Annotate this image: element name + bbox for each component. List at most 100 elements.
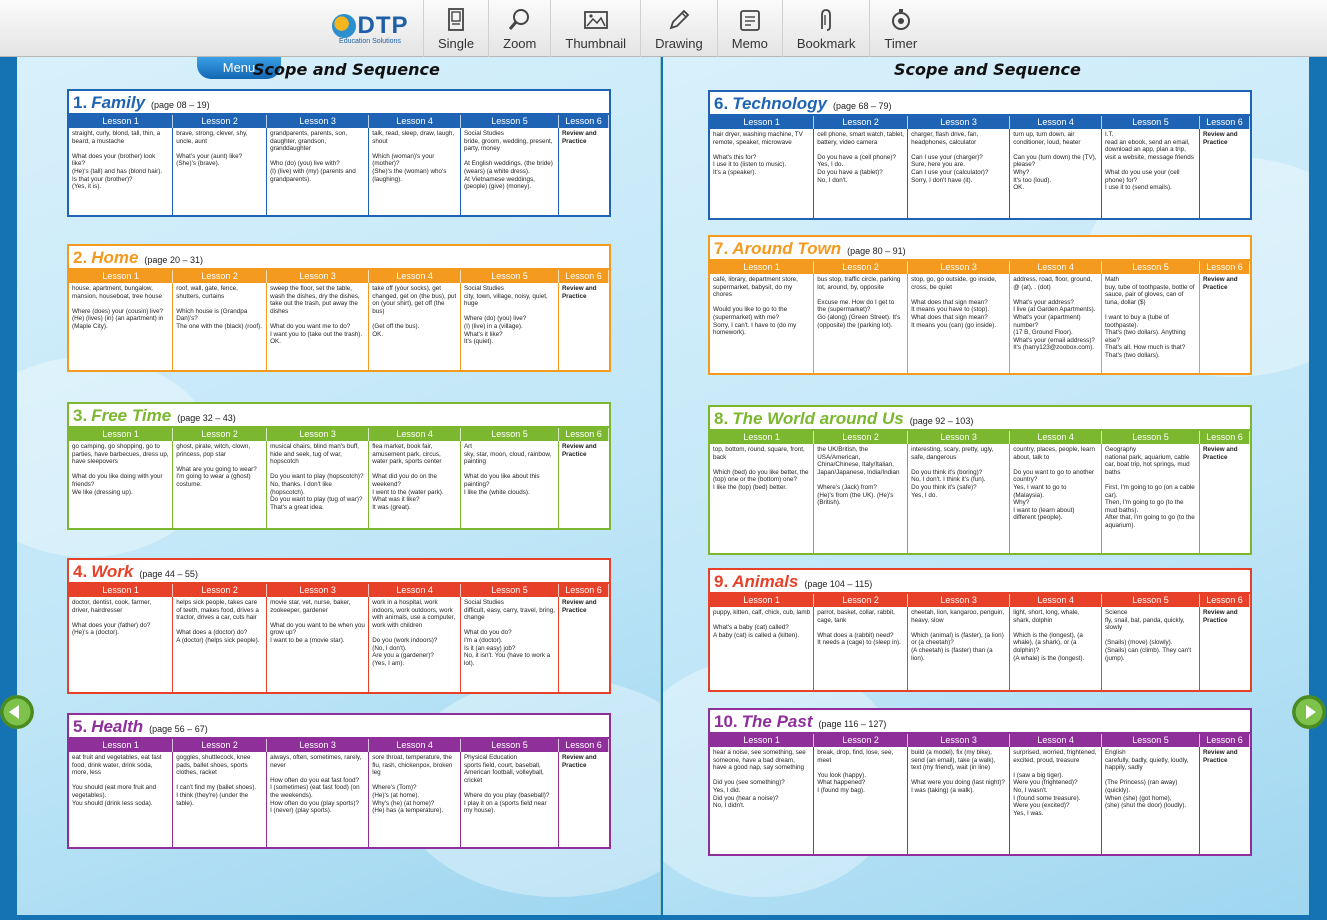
right-page: Scope and Sequence 3 6.Technology(page 6… bbox=[663, 57, 1309, 915]
unit-number: 2. bbox=[73, 248, 88, 267]
lesson-table: Lesson 1 Lesson 2 Lesson 3 Lesson 4 Lesson 5… bbox=[69, 737, 609, 847]
lesson-cell: Art sky, star, moon, cloud, rainbow, pai… bbox=[461, 441, 559, 528]
lesson-header: Lesson 6 bbox=[1199, 734, 1250, 747]
lesson-cell: build (a model), fix (my bike), send (an… bbox=[908, 747, 1011, 854]
unit-header: 2. Home (page 20 – 31) bbox=[69, 246, 609, 268]
lesson-header: Lesson 2 bbox=[173, 739, 268, 752]
lesson-header: Lesson 3 bbox=[267, 584, 370, 597]
lesson-cell: Review and Practice bbox=[561, 285, 597, 300]
drawing-button[interactable]: Drawing bbox=[640, 0, 717, 57]
unit-number: 9. bbox=[714, 572, 729, 591]
unit-title[interactable]: Technology bbox=[732, 94, 827, 114]
lesson-cell: Review and Practice bbox=[1202, 131, 1238, 146]
unit-title[interactable]: Around Town bbox=[732, 239, 841, 259]
single-page-icon bbox=[448, 7, 464, 31]
unit-page-range: (page 20 – 31) bbox=[144, 255, 203, 265]
lesson-cell: sore throat, temperature, the flu, rash,… bbox=[369, 752, 461, 847]
lesson-header: Lesson 1 bbox=[69, 270, 174, 283]
lesson-cell: Review and Practice bbox=[561, 754, 597, 769]
lesson-cell: brave, strong, clever, shy, uncle, aunt … bbox=[173, 128, 268, 215]
lesson-header: Lesson 6 bbox=[1199, 261, 1250, 274]
lesson-cell: eat fruit and vegetables, eat fast food,… bbox=[69, 752, 174, 847]
lesson-cell: Review and Practice bbox=[1202, 446, 1238, 461]
lesson-cell: country, places, people, learn about, ta… bbox=[1010, 444, 1102, 553]
unit-header: 5. Health (page 56 – 67) bbox=[69, 715, 609, 737]
lesson-cell: Review and Practice bbox=[1202, 276, 1238, 291]
zoom-icon bbox=[508, 8, 529, 30]
lesson-table: Lesson 1 Lesson 2 Lesson 3 Lesson 4 Lesson 5… bbox=[69, 268, 609, 370]
lesson-cell: Review and Practice bbox=[561, 130, 597, 145]
lesson-header: Lesson 3 bbox=[908, 734, 1011, 747]
lesson-cell: grandparents, parents, son, daughter, gr… bbox=[267, 128, 370, 215]
lesson-cell: Social Studies difficult, easy, carry, t… bbox=[461, 597, 559, 692]
lesson-header: Lesson 4 bbox=[1010, 594, 1102, 607]
unit-title[interactable]: Family bbox=[91, 93, 145, 113]
lesson-cell: stop, go, go outside, go inside, cross, … bbox=[908, 274, 1011, 373]
lesson-cell: always, often, sometimes, rarely, never … bbox=[267, 752, 370, 847]
lesson-cell: cell phone, smart watch, tablet, battery… bbox=[814, 129, 909, 218]
lesson-cell: roof, wall, gate, fence, shutters, curta… bbox=[173, 283, 268, 370]
unit-page-range: (page 08 – 19) bbox=[151, 100, 210, 110]
lesson-cell: puppy, kitten, calf, chick, cub, lamb Wh… bbox=[710, 607, 815, 690]
lesson-cell: straight, curly, blond, tall, thin, a be… bbox=[69, 128, 174, 215]
zoom-button[interactable]: Zoom bbox=[488, 0, 550, 57]
lesson-table: Lesson 1 Lesson 2 Lesson 3 Lesson 4 Lesson 5… bbox=[69, 426, 609, 528]
unit-box: 5. Health (page 56 – 67) Lesson 1 Lesson 2 Le… bbox=[67, 713, 611, 849]
lesson-header: Lesson 5 bbox=[1101, 431, 1200, 444]
unit-title[interactable]: The Past bbox=[742, 712, 813, 732]
lesson-cell: take off (your socks), get changed, get … bbox=[369, 283, 461, 370]
lesson-header: Lesson 1 bbox=[710, 431, 815, 444]
thumbnail-button[interactable]: Thumbnail bbox=[550, 0, 640, 57]
logo-text: DTP bbox=[357, 11, 409, 39]
memo-button[interactable]: Memo bbox=[716, 0, 782, 57]
unit-box: 7. Around Town (page 80 – 91) Lesson 1 Lesso… bbox=[708, 235, 1252, 375]
lesson-cell: bus stop, traffic circle, parking lot, a… bbox=[814, 274, 909, 373]
unit-box: 3. Free Time (page 32 – 43) Lesson 1 Lesson … bbox=[67, 402, 611, 530]
lesson-cell: sweep the floor, set the table, wash the… bbox=[267, 283, 370, 370]
unit-header: 4. Work (page 44 – 55) bbox=[69, 560, 609, 582]
unit-title[interactable]: Work bbox=[91, 562, 133, 582]
lesson-header: Lesson 3 bbox=[267, 428, 370, 441]
next-page-button[interactable] bbox=[1292, 695, 1326, 729]
unit-number: 1. bbox=[73, 93, 88, 112]
unit-box: 1. Family (page 08 – 19) Lesson 1 Lesson 2 Le… bbox=[67, 89, 611, 217]
timer-button[interactable]: Timer bbox=[869, 0, 931, 57]
lesson-header: Lesson 6 bbox=[558, 584, 609, 597]
unit-number: 6. bbox=[714, 94, 729, 113]
lesson-cell: doctor, dentist, cook, farmer, driver, h… bbox=[69, 597, 174, 692]
bookmark-button[interactable]: Bookmark bbox=[781, 0, 870, 57]
lesson-cell: goggles, shuttlecock, knee pads, ballet … bbox=[173, 752, 268, 847]
lesson-cell: turn up, turn down, air conditioner, lou… bbox=[1010, 129, 1102, 218]
lesson-header: Lesson 1 bbox=[710, 116, 815, 129]
lesson-header: Lesson 2 bbox=[814, 116, 909, 129]
unit-number: 3. bbox=[73, 406, 88, 425]
lesson-header: Lesson 6 bbox=[1199, 431, 1250, 444]
lesson-cell: work in a hospital, work indoors, work o… bbox=[369, 597, 461, 692]
left-page-title: Scope and Sequence bbox=[253, 60, 440, 79]
lesson-cell: movie star, vet, nurse, baker, zookeeper… bbox=[267, 597, 370, 692]
unit-title[interactable]: The World around Us bbox=[732, 409, 904, 429]
lesson-header: Lesson 5 bbox=[460, 584, 559, 597]
unit-title[interactable]: Animals bbox=[732, 572, 798, 592]
unit-header: 9. Animals (page 104 – 115) bbox=[710, 570, 1250, 592]
unit-title[interactable]: Home bbox=[91, 248, 138, 268]
pencil-icon bbox=[669, 9, 690, 29]
lesson-cell: Review and Practice bbox=[561, 599, 597, 614]
lesson-header: Lesson 4 bbox=[1010, 116, 1102, 129]
lesson-header: Lesson 4 bbox=[369, 739, 461, 752]
lesson-header: Lesson 4 bbox=[369, 115, 461, 128]
lesson-table: Lesson 1 Lesson 2 Lesson 3 Lesson 4 Lesson 5… bbox=[69, 582, 609, 692]
unit-title[interactable]: Health bbox=[91, 717, 143, 737]
lesson-header: Lesson 5 bbox=[1101, 116, 1200, 129]
lesson-header: Lesson 3 bbox=[267, 115, 370, 128]
unit-title[interactable]: Free Time bbox=[91, 406, 171, 426]
lesson-header: Lesson 4 bbox=[369, 584, 461, 597]
lesson-cell: Review and Practice bbox=[561, 443, 597, 458]
lesson-header: Lesson 4 bbox=[1010, 261, 1102, 274]
lesson-header: Lesson 6 bbox=[558, 428, 609, 441]
lesson-header: Lesson 2 bbox=[814, 734, 909, 747]
previous-page-button[interactable] bbox=[0, 695, 34, 729]
unit-header: 6. Technology (page 68 – 79) bbox=[710, 92, 1250, 114]
single-page-button[interactable]: Single bbox=[423, 0, 488, 57]
timer-icon bbox=[891, 8, 910, 30]
